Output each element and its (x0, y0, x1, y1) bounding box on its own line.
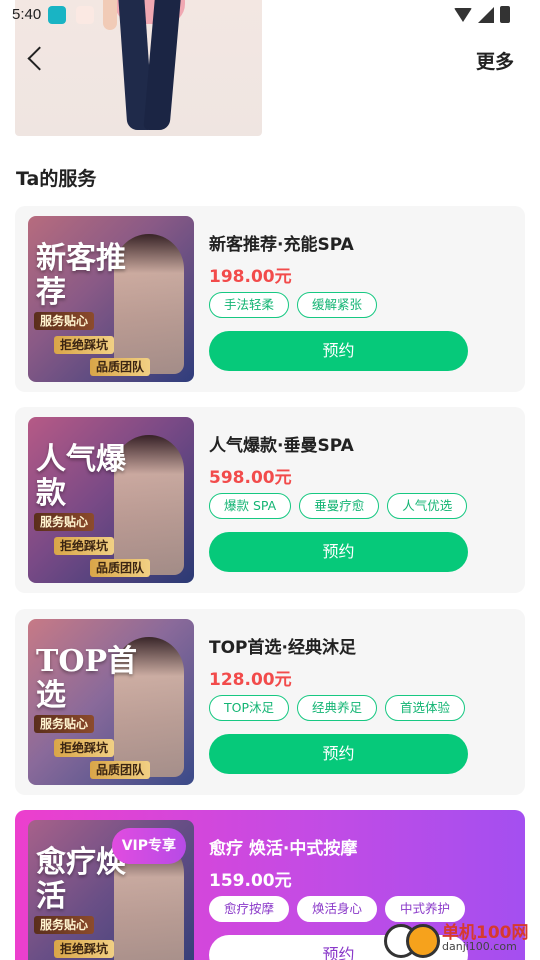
service-thumbnail: 愈疗焕活 服务贴心 拒绝踩坑 VIP专享 (28, 820, 194, 960)
book-button[interactable]: 预约 (209, 734, 468, 774)
service-card[interactable]: 人气爆款 服务贴心 拒绝踩坑 品质团队 人气爆款·垂曼SPA 598.00元 爆… (15, 407, 525, 593)
service-tag: 经典养足 (297, 695, 378, 721)
service-tags: TOP沐足 经典养足 首选体验 (209, 695, 466, 721)
service-thumbnail: TOP首选 服务贴心 拒绝踩坑 品质团队 (28, 619, 194, 785)
service-thumbnail: 人气爆款 服务贴心 拒绝踩坑 品质团队 (28, 417, 194, 583)
service-price: 128.00元 (209, 670, 292, 690)
back-button[interactable] (22, 44, 52, 74)
thumbnail-badge: 服务贴心 (34, 312, 95, 330)
section-title: Ta的服务 (16, 168, 97, 190)
service-card[interactable]: 新客推荐 服务贴心 拒绝踩坑 品质团队 新客推荐·充能SPA 198.00元 手… (15, 206, 525, 392)
service-title: 新客推荐·充能SPA (209, 235, 354, 255)
service-tags: 爆款 SPA 垂曼疗愈 人气优选 (209, 493, 468, 519)
service-title: TOP首选·经典沐足 (209, 638, 356, 658)
thumbnail-badge: 拒绝踩坑 (54, 739, 115, 757)
watermark-url: danji100.com (442, 940, 517, 953)
logo-icon-2 (406, 924, 440, 958)
thumbnail-badge: 拒绝踩坑 (54, 537, 115, 555)
service-price: 198.00元 (209, 267, 292, 287)
battery-icon (500, 6, 510, 23)
book-button[interactable]: 预约 (209, 532, 468, 572)
service-tag: 垂曼疗愈 (299, 493, 380, 519)
service-tag: 愈疗按摩 (209, 896, 290, 922)
service-title: 人气爆款·垂曼SPA (209, 436, 354, 456)
thumbnail-headline: 新客推荐 (36, 241, 126, 310)
status-bar: 5:40 (0, 0, 540, 30)
service-tag: 手法轻柔 (209, 292, 290, 318)
thumbnail-badge: 拒绝踩坑 (54, 940, 115, 958)
notification-app-icon-2 (76, 6, 94, 24)
service-price: 159.00元 (209, 871, 292, 891)
service-price: 598.00元 (209, 468, 292, 488)
thumbnail-headline: TOP首选 (36, 644, 138, 713)
service-tags: 手法轻柔 缓解紧张 (209, 292, 378, 318)
thumbnail-badge: 品质团队 (90, 358, 151, 376)
wifi-icon (454, 7, 472, 22)
service-tag: 首选体验 (385, 695, 466, 721)
service-tag: 爆款 SPA (209, 493, 292, 519)
more-button[interactable]: 更多 (476, 47, 514, 74)
signal-icon (478, 6, 494, 23)
service-tag: 缓解紧张 (297, 292, 378, 318)
notification-app-icon (48, 6, 66, 24)
watermark-logo: 单机100网 danji100.com (380, 910, 540, 960)
thumbnail-badge: 服务贴心 (34, 916, 95, 934)
status-time: 5:40 (12, 6, 42, 23)
thumbnail-badge: 品质团队 (90, 559, 151, 577)
service-tag: 焕活身心 (297, 896, 378, 922)
thumbnail-badge: 拒绝踩坑 (54, 336, 115, 354)
service-title: 愈疗 焕活·中式按摩 (209, 839, 358, 859)
thumbnail-headline: 人气爆款 (36, 442, 126, 511)
service-card[interactable]: TOP首选 服务贴心 拒绝踩坑 品质团队 TOP首选·经典沐足 128.00元 … (15, 609, 525, 795)
service-thumbnail: 新客推荐 服务贴心 拒绝踩坑 品质团队 (28, 216, 194, 382)
book-button[interactable]: 预约 (209, 331, 468, 371)
thumbnail-badge: 品质团队 (90, 761, 151, 779)
thumbnail-badge: 服务贴心 (34, 715, 95, 733)
vip-badge: VIP专享 (111, 828, 186, 864)
service-tag: 人气优选 (387, 493, 468, 519)
service-tag: TOP沐足 (209, 695, 290, 721)
thumbnail-badge: 服务贴心 (34, 513, 95, 531)
